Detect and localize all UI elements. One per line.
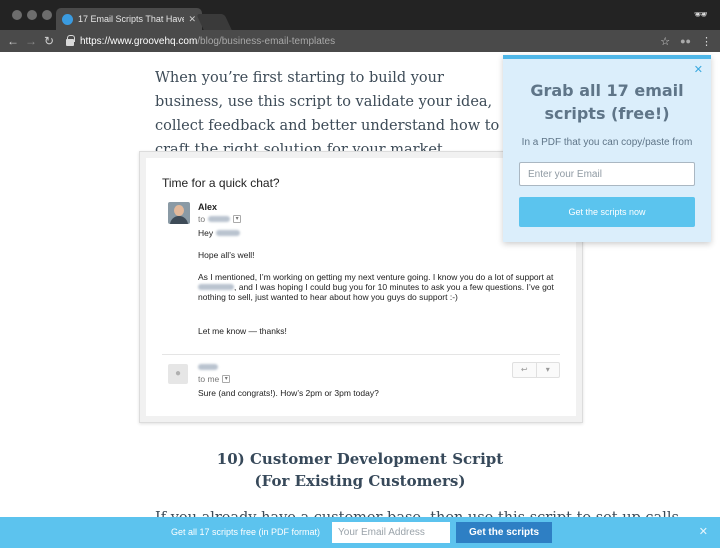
url-path: /blog/business-email-templates: [197, 35, 336, 47]
popup-subtitle: In a PDF that you can copy/paste from: [521, 137, 693, 148]
section-heading: 10) Customer Development Script (For Exi…: [170, 448, 550, 492]
blurred-name: [215, 230, 240, 236]
groove-favicon-icon: [62, 13, 73, 25]
reply-body: Sure (and congrats!). How’s 2pm or 3pm t…: [198, 388, 379, 398]
more-options-icon[interactable]: ▾: [535, 363, 560, 377]
get-scripts-button[interactable]: Get the scripts now: [519, 197, 695, 227]
browser-tab[interactable]: 17 Email Scripts That Have He ✕: [56, 8, 202, 30]
tab-title: 17 Email Scripts That Have He: [78, 14, 185, 24]
person-icon: ●: [168, 364, 188, 384]
window-zoom-button[interactable]: [42, 10, 52, 20]
popup-email-input[interactable]: [519, 162, 695, 186]
window-minimize-button[interactable]: [27, 10, 37, 20]
reply-icon[interactable]: ↩: [513, 363, 536, 377]
extension-icon[interactable]: ●●: [680, 36, 691, 46]
window-close-button[interactable]: [12, 10, 22, 20]
reply-recipient-line: to me ▾: [198, 374, 231, 384]
message-divider: [162, 354, 560, 355]
recipient-line: to ▾: [198, 214, 242, 224]
page-bottom-strip: [0, 548, 720, 556]
back-icon[interactable]: ←: [4, 34, 22, 48]
email-paragraph-start: As I mentioned, I’m working on getting m…: [198, 272, 554, 282]
section-heading-line-2: (For Existing Customers): [254, 472, 466, 490]
email-closing: Let me know — thanks!: [198, 326, 287, 336]
section-heading-line-1: 10) Customer Development Script: [216, 450, 504, 468]
sender-avatar: [168, 202, 190, 224]
email-subject: Time for a quick chat?: [162, 176, 280, 190]
to-label: to: [198, 214, 206, 224]
forward-icon[interactable]: →: [22, 34, 40, 48]
blurred-reply-sender: [198, 364, 218, 370]
star-icon[interactable]: ☆: [660, 35, 670, 48]
intro-paragraph: When you’re first starting to build your…: [155, 70, 500, 158]
email-signup-popup: ✕ Grab all 17 email scripts (free!) In a…: [503, 55, 711, 242]
close-icon[interactable]: ✕: [699, 525, 708, 538]
blurred-recipient: [208, 216, 231, 222]
greeting-text: Hey: [198, 228, 214, 238]
bottom-bar-label: Get all 17 scripts free (in PDF format): [171, 527, 321, 537]
incognito-icon: 🕶: [694, 9, 708, 21]
blurred-company: [198, 284, 234, 290]
email-line-1: Hope all’s well!: [198, 250, 255, 260]
reply-sender: [198, 362, 558, 372]
tab-close-icon[interactable]: ✕: [188, 14, 196, 25]
chevron-down-icon[interactable]: ▾: [222, 375, 231, 383]
url-host: https://www.groovehq.com: [80, 35, 198, 47]
close-icon[interactable]: ✕: [694, 63, 703, 76]
bottom-get-scripts-button[interactable]: Get the scripts: [456, 522, 552, 543]
sender-name: Alex: [198, 202, 218, 212]
reply-to-label: to me: [198, 374, 220, 384]
address-bar[interactable]: https://www.groovehq.com/blog/business-e…: [80, 36, 335, 47]
reload-icon[interactable]: ↻: [40, 34, 58, 48]
reply-actions: ↩ ▾: [512, 362, 560, 378]
menu-icon[interactable]: ⋮: [701, 35, 712, 48]
email-paragraph: As I mentioned, I’m working on getting m…: [198, 272, 558, 302]
popup-title: Grab all 17 email scripts (free!): [530, 81, 684, 123]
chevron-down-icon[interactable]: ▾: [233, 215, 242, 223]
lock-icon: [66, 34, 75, 46]
browser-titlebar: 17 Email Scripts That Have He ✕ 🕶: [0, 0, 720, 30]
browser-toolbar: ← → ↻ https://www.groovehq.com/blog/busi…: [0, 30, 720, 52]
bottom-signup-bar: Get all 17 scripts free (in PDF format) …: [0, 517, 720, 548]
bottom-email-input[interactable]: [332, 522, 450, 543]
email-paragraph-end: , and I was hoping I could bug you for 1…: [198, 282, 554, 302]
